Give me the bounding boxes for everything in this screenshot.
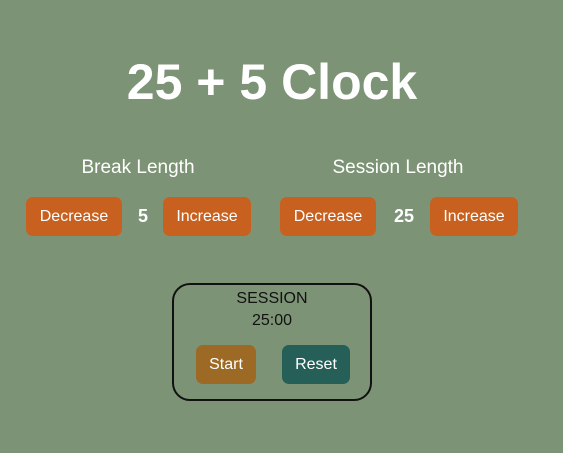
break-decrease-button[interactable]: Decrease — [26, 197, 122, 236]
reset-button[interactable]: Reset — [282, 345, 350, 384]
session-length-value: 25 — [393, 206, 415, 226]
break-length-value: 5 — [137, 206, 148, 226]
page-title: 25 + 5 Clock — [126, 54, 418, 110]
break-increase-button[interactable]: Increase — [163, 197, 251, 236]
start-button[interactable]: Start — [196, 345, 256, 384]
session-length-label: Session Length — [332, 157, 464, 178]
timer-panel: SESSION 25:00 Start Reset — [172, 283, 372, 401]
session-increase-button[interactable]: Increase — [430, 197, 518, 236]
break-length-label: Break Length — [81, 157, 195, 178]
timer-label: SESSION — [236, 290, 308, 307]
time-left: 25:00 — [251, 312, 293, 329]
session-decrease-button[interactable]: Decrease — [280, 197, 376, 236]
